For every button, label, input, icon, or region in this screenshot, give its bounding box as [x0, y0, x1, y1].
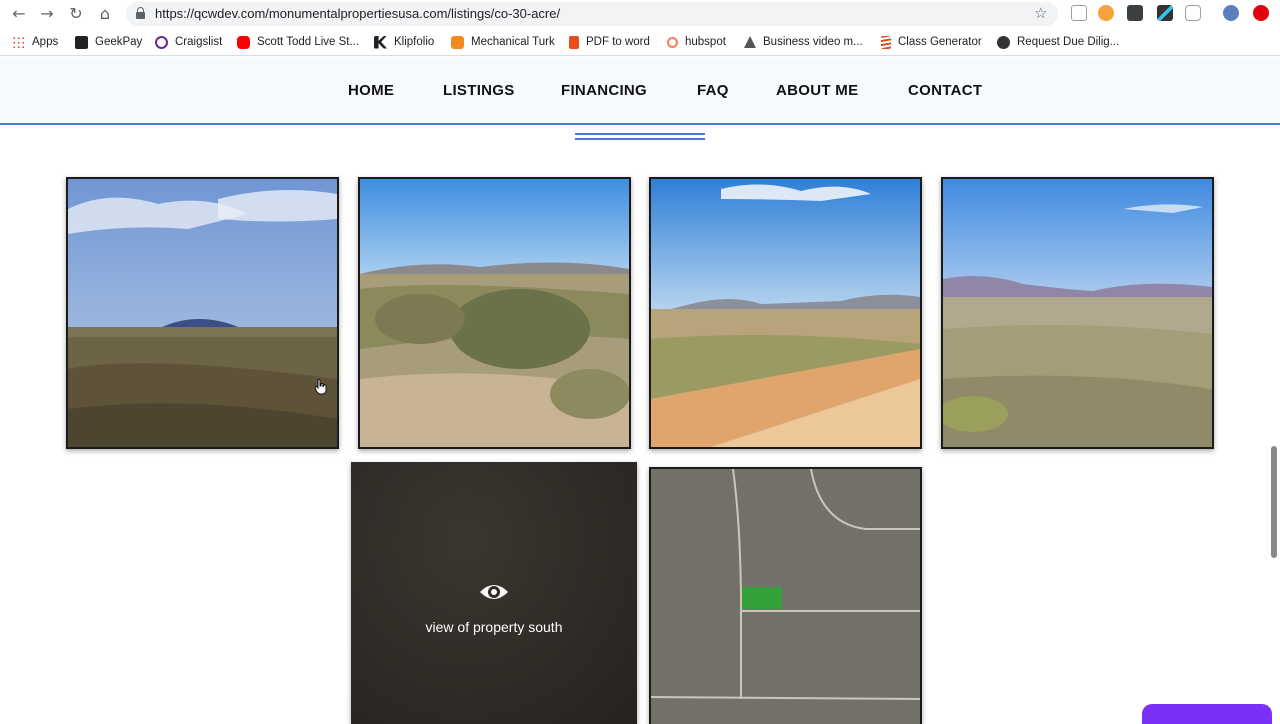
- back-arrow-icon[interactable]: ←: [9, 4, 29, 24]
- gallery-photo-2[interactable]: [358, 177, 631, 449]
- bookmark-mechanical-turk[interactable]: Mechanical Turk: [451, 34, 555, 50]
- url-text[interactable]: https://qcwdev.com/monumentalpropertiesu…: [155, 6, 560, 21]
- section-divider: [575, 138, 705, 140]
- landscape-photo: [360, 179, 629, 447]
- bookmark-label: Scott Todd Live St...: [257, 36, 360, 48]
- lock-icon: [136, 7, 145, 19]
- gallery-photo-6-aerial[interactable]: [649, 467, 922, 724]
- video-icon: [744, 36, 756, 48]
- reload-icon[interactable]: ↻: [66, 4, 86, 24]
- bookmark-label: hubspot: [685, 36, 726, 48]
- home-icon[interactable]: ⌂: [95, 4, 115, 24]
- bookmark-label: Mechanical Turk: [471, 36, 555, 48]
- apps-grid-icon: [12, 35, 25, 49]
- bookmark-label: Apps: [32, 36, 59, 48]
- gallery-photo-1[interactable]: [66, 177, 339, 449]
- nav-contact[interactable]: CONTACT: [908, 82, 982, 99]
- youtube-icon: [237, 35, 250, 49]
- bookmark-klipfolio[interactable]: Klipfolio: [374, 34, 434, 50]
- bookmark-hubspot[interactable]: hubspot: [667, 34, 726, 50]
- section-divider: [575, 133, 705, 135]
- pdf-icon: [569, 35, 579, 49]
- gallery-photo-4[interactable]: [941, 177, 1214, 449]
- page-scrollbar[interactable]: [1271, 446, 1277, 558]
- bookmark-business-video[interactable]: Business video m...: [744, 34, 863, 50]
- peace-icon: [155, 35, 168, 49]
- mturk-icon: [451, 35, 464, 49]
- nav-financing[interactable]: FINANCING: [561, 82, 647, 99]
- nav-home[interactable]: HOME: [348, 82, 394, 99]
- bookmark-request-due-diligence[interactable]: Request Due Dilig...: [997, 34, 1119, 50]
- bookmark-label: Klipfolio: [394, 36, 435, 48]
- nav-about-me[interactable]: ABOUT ME: [776, 82, 858, 99]
- aerial-map-photo: [651, 469, 920, 724]
- pen-extension-icon[interactable]: [1157, 5, 1173, 21]
- browser-toolbar: ← → ↻ ⌂ https://qcwdev.com/monumentalpro…: [0, 0, 1280, 28]
- bookmark-craigslist[interactable]: Craigslist: [155, 34, 222, 50]
- profile-avatar-icon[interactable]: [1223, 5, 1239, 21]
- extension-red-icon[interactable]: [1253, 5, 1269, 21]
- bookmark-pdf-to-word[interactable]: PDF to word: [569, 34, 650, 50]
- bookmark-geekpay[interactable]: GeekPay: [75, 34, 142, 50]
- address-bar[interactable]: https://qcwdev.com/monumentalpropertiesu…: [126, 2, 1058, 26]
- bookmark-label: Craigslist: [175, 36, 223, 48]
- eye-icon[interactable]: [479, 580, 509, 604]
- photo-caption: view of property south: [425, 619, 563, 635]
- hand-cursor-icon: [314, 379, 327, 395]
- class-generator-icon: [881, 35, 891, 49]
- geekpay-icon: [75, 35, 88, 49]
- landscape-photo: [943, 179, 1212, 447]
- gallery-photo-5-hover[interactable]: view of property south: [351, 462, 637, 724]
- bookmark-label: GeekPay: [95, 36, 143, 48]
- bookmark-class-generator[interactable]: Class Generator: [881, 34, 982, 50]
- gallery-photo-3[interactable]: [649, 177, 922, 449]
- extension-dark-icon[interactable]: [1127, 5, 1143, 21]
- landscape-photo: [651, 179, 920, 447]
- nav-listings[interactable]: LISTINGS: [443, 82, 515, 99]
- site-navigation: HOME LISTINGS FINANCING FAQ ABOUT ME CON…: [0, 57, 1280, 125]
- chat-widget-tab[interactable]: [1142, 704, 1272, 724]
- bookmark-apps[interactable]: Apps: [12, 34, 58, 50]
- camera-extension-icon[interactable]: [1185, 5, 1201, 21]
- bookmark-scott-todd[interactable]: Scott Todd Live St...: [237, 34, 359, 50]
- bookmark-label: Business video m...: [763, 36, 863, 48]
- landscape-photo: [68, 179, 337, 447]
- bookmark-label: Class Generator: [898, 36, 982, 48]
- nav-faq[interactable]: FAQ: [697, 82, 729, 99]
- hubspot-icon: [667, 36, 678, 48]
- bookmark-label: PDF to word: [586, 36, 650, 48]
- bookmarks-bar: Apps GeekPay Craigslist Scott Todd Live …: [0, 28, 1280, 56]
- tab-grid-extension-icon[interactable]: [1071, 5, 1087, 21]
- globe-icon: [997, 35, 1010, 49]
- bookmark-star-icon[interactable]: ☆: [1034, 4, 1047, 22]
- extension-orange-icon[interactable]: [1098, 5, 1114, 21]
- klipfolio-icon: [374, 35, 387, 49]
- forward-arrow-icon[interactable]: →: [37, 4, 57, 24]
- bookmark-label: Request Due Dilig...: [1017, 36, 1120, 48]
